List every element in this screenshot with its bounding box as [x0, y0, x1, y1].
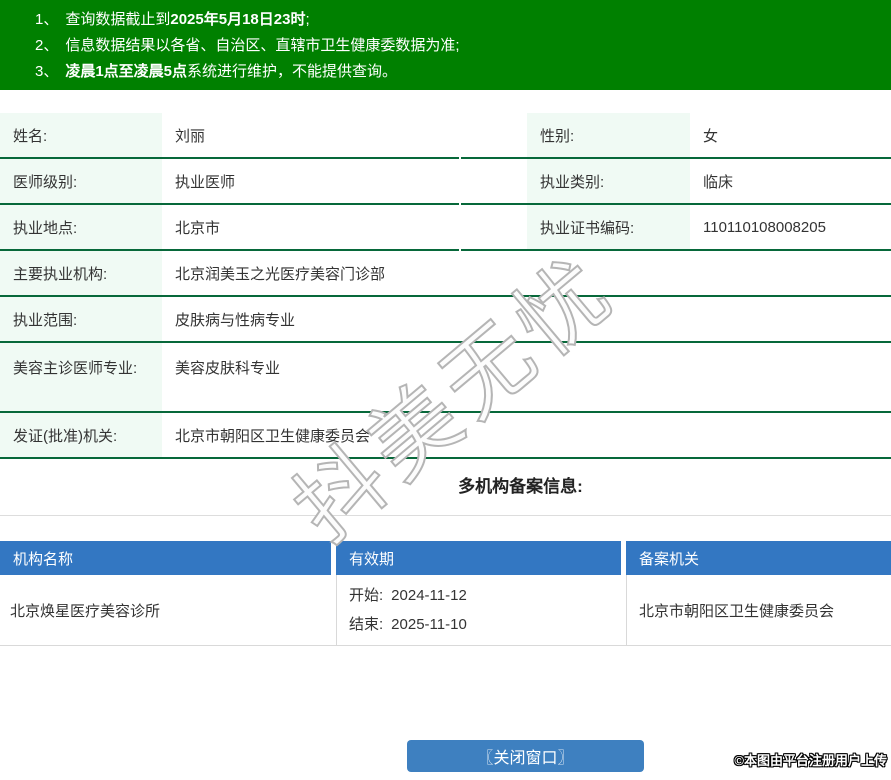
close-window-button[interactable]: 〖关闭窗口〗	[407, 740, 644, 772]
institution-name-value: 北京焕星医疗美容诊所	[10, 602, 161, 620]
practice-scope-value: 皮肤病与性病专业	[162, 297, 891, 343]
doctor-level-label: 医师级别:	[0, 159, 162, 205]
gender-label: 性别:	[527, 113, 690, 159]
issuing-authority-label: 发证(批准)机关:	[0, 413, 162, 459]
spacer-cell	[461, 113, 527, 159]
notice-number: 3、	[35, 63, 59, 80]
info-row-level-category: 医师级别: 执业医师 执业类别: 临床	[0, 159, 891, 205]
notice-line-2: 2、 信息数据结果以各省、自治区、直辖市卫生健康委数据为准;	[35, 33, 881, 59]
institution-name-header: 机构名称	[0, 541, 331, 575]
practice-location-value: 北京市	[162, 205, 459, 251]
validity-start-label: 开始:	[349, 587, 384, 604]
info-row-main-institution: 主要执业机构: 北京润美玉之光医疗美容门诊部	[0, 251, 891, 297]
multi-institution-filing-heading: 多机构备案信息:	[458, 477, 583, 496]
notice-line-3: 3、 凌晨1点至凌晨5点系统进行维护，不能提供查询。	[35, 59, 881, 85]
notice-number: 2、	[35, 37, 59, 54]
gender-value: 女	[690, 113, 891, 159]
filing-table: 机构名称 有效期 备案机关 北京焕星医疗美容诊所 开始: 2024-11-12 结…	[0, 541, 891, 646]
filing-authority-value: 北京市朝阳区卫生健康委员会	[626, 575, 891, 645]
practitioner-info-table: 姓名: 刘丽 性别: 女 医师级别: 执业医师 执业类别: 临床 执业地点: 北…	[0, 113, 891, 459]
notice-number: 1、	[35, 11, 59, 28]
filing-table-row: 北京焕星医疗美容诊所 开始: 2024-11-12 结束: 2025-11-10 北…	[0, 575, 891, 646]
info-row-location-certificate: 执业地点: 北京市 执业证书编码: 110110108008205	[0, 205, 891, 251]
validity-period-header: 有效期	[336, 541, 621, 575]
validity-end: 结束: 2025-11-10	[349, 610, 467, 639]
name-label: 姓名:	[0, 113, 162, 159]
section-divider	[0, 515, 891, 516]
issuing-authority-value: 北京市朝阳区卫生健康委员会	[162, 413, 891, 459]
spacer-cell	[461, 205, 527, 251]
doctor-level-value: 执业医师	[162, 159, 459, 205]
notice-text: 查询数据截止到	[65, 11, 171, 28]
notice-text-bold: 2025年5月18日23时	[170, 11, 306, 28]
info-row-practice-scope: 执业范围: 皮肤病与性病专业	[0, 297, 891, 343]
info-row-issuing-authority: 发证(批准)机关: 北京市朝阳区卫生健康委员会	[0, 413, 891, 459]
cosmetic-specialty-value: 美容皮肤科专业	[162, 343, 891, 413]
validity-period-value: 开始: 2024-11-12 结束: 2025-11-10	[336, 575, 626, 645]
notice-text: ;	[305, 11, 310, 28]
filing-authority-header: 备案机关	[626, 541, 891, 575]
notice-banner: 1、 查询数据截止到2025年5月18日23时; 2、 信息数据结果以各省、自治区、…	[0, 0, 891, 90]
validity-start: 开始: 2024-11-12	[349, 581, 467, 610]
uploader-credit-text: ©本图由平台注册用户上传	[734, 753, 887, 768]
validity-end-date: 2025-11-10	[391, 616, 467, 633]
validity-end-label: 结束:	[349, 616, 384, 633]
doctor-license-query-result-page: 1、 查询数据截止到2025年5月18日23时; 2、 信息数据结果以各省、自治区、…	[0, 0, 891, 780]
main-institution-value: 北京润美玉之光医疗美容门诊部	[162, 251, 891, 297]
info-row-cosmetic-specialty: 美容主诊医师专业: 美容皮肤科专业	[0, 343, 891, 413]
spacer-cell	[461, 159, 527, 205]
practice-scope-label: 执业范围:	[0, 297, 162, 343]
practice-category-label: 执业类别:	[527, 159, 690, 205]
notice-text: 信息数据结果以各省、自治区、直辖市卫生健康委数据为准;	[65, 37, 460, 54]
notice-text-bold: 凌晨1点至凌晨5点	[65, 63, 188, 80]
practice-location-label: 执业地点:	[0, 205, 162, 251]
certificate-number-label: 执业证书编码:	[527, 205, 690, 251]
certificate-number-value: 110110108008205	[690, 205, 891, 251]
validity-start-date: 2024-11-12	[391, 587, 467, 604]
notice-text: 系统进行维护，不能提供查询。	[187, 63, 398, 80]
cosmetic-specialty-label: 美容主诊医师专业:	[0, 343, 162, 413]
filing-table-header: 机构名称 有效期 备案机关	[0, 541, 891, 575]
practice-category-value: 临床	[690, 159, 891, 205]
info-row-name-gender: 姓名: 刘丽 性别: 女	[0, 113, 891, 159]
notice-line-1: 1、 查询数据截止到2025年5月18日23时;	[35, 7, 881, 33]
main-institution-label: 主要执业机构:	[0, 251, 162, 297]
name-value: 刘丽	[162, 113, 459, 159]
